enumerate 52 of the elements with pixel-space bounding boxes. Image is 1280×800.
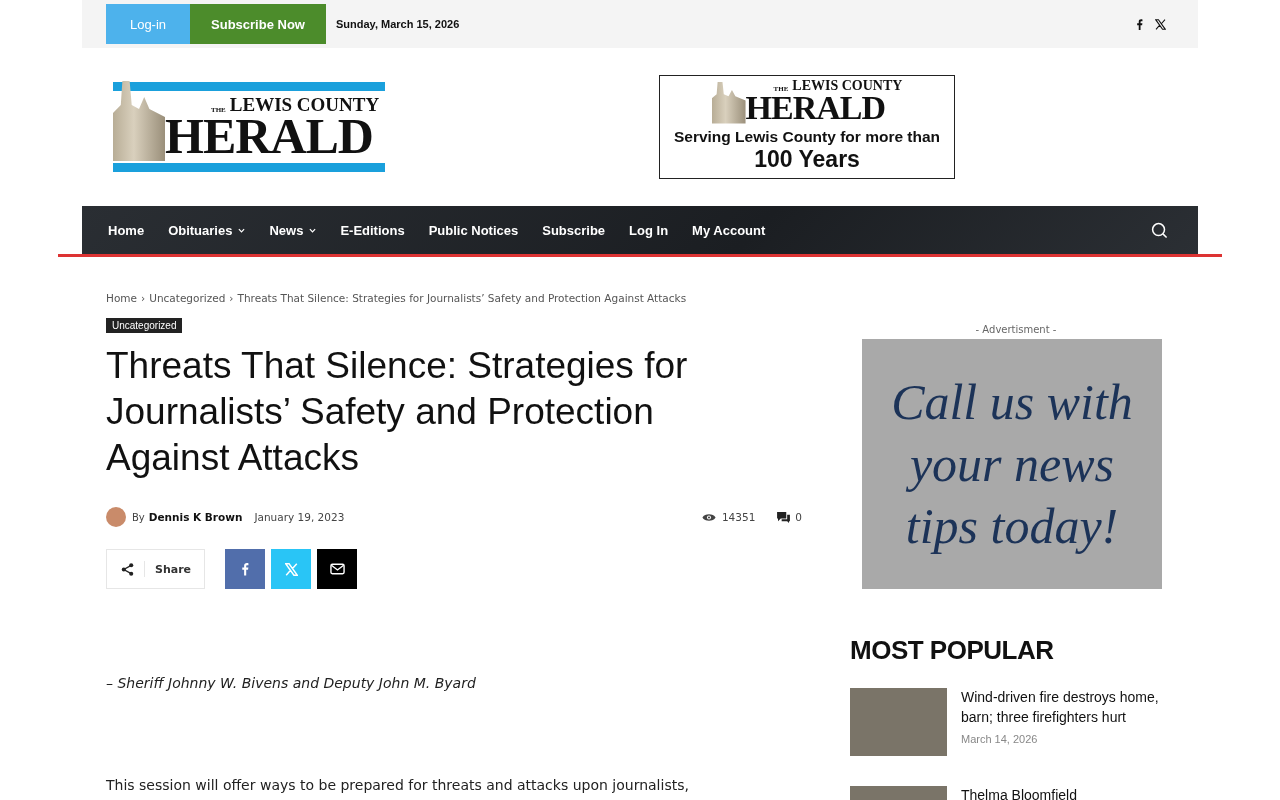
nav-link[interactable]: My Account [680, 222, 778, 238]
logo-name-text: LEWIS COUNTY [792, 79, 903, 93]
share-label: Share [155, 562, 192, 576]
logo-name-text: LEWIS COUNTY [229, 95, 380, 114]
sidebar-advertisement[interactable]: Call us with your news tips today! [862, 339, 1162, 589]
section-heading: MOST POPULAR [850, 635, 1055, 666]
advertisement-label: - Advertisment - [974, 324, 1058, 335]
ad-text: Serving Lewis County for more than [673, 127, 941, 146]
article-link[interactable]: Wind-driven fire destroys home, barn; three firefighters hurt [961, 687, 1162, 727]
ad-heading: 100 Years [754, 145, 860, 173]
article-title: Threats That Silence: Strategies for Journalists’ Safety and Protection Against Attacks [106, 344, 689, 480]
subscribe-button[interactable]: Subscribe Now [190, 4, 326, 44]
article-date: January 19, 2023 [254, 511, 345, 523]
logo-big-text: HERALD [745, 93, 885, 124]
comments-icon[interactable] [777, 511, 791, 523]
nav-link[interactable]: Log In [617, 222, 681, 238]
ad-text: Call us with your news tips today! [890, 373, 1134, 556]
nav-link[interactable]: Subscribe [530, 222, 618, 238]
article-link[interactable]: Thelma Bloomfield [961, 785, 1077, 800]
facebook-share-button[interactable] [225, 549, 265, 589]
article-date: March 14, 2026 [961, 733, 1039, 745]
facebook-icon [241, 562, 249, 576]
envelope-icon [329, 563, 345, 575]
quote-attribution: – Sheriff Johnny W. Bivens and Deputy John M. Byard [106, 675, 477, 691]
breadcrumb-link[interactable]: Uncategorized [149, 292, 226, 304]
article-paragraph: This session will offer ways to be prepared for threats and attacks upon journalists, [106, 777, 690, 793]
author-avatar [106, 507, 126, 527]
logo-big-text: HERALD [165, 114, 373, 159]
author-link[interactable]: Dennis K Brown [148, 511, 243, 523]
breadcrumb-separator: › [141, 292, 146, 304]
byline-label: By [132, 511, 145, 523]
x-logo-icon [284, 562, 298, 576]
statue-tower-icon [711, 81, 746, 124]
date-text: Sunday, March 15, 2026 [336, 18, 460, 30]
eye-icon [701, 512, 716, 522]
search-icon[interactable] [1151, 221, 1168, 239]
category-tag[interactable]: Uncategorized [106, 318, 183, 333]
nav-link[interactable]: Public Notices [416, 222, 531, 238]
facebook-icon[interactable] [1136, 18, 1143, 30]
share-icon [121, 562, 134, 576]
breadcrumb-link[interactable]: Home [106, 292, 137, 304]
statue-tower-icon [113, 81, 165, 161]
email-share-button[interactable] [317, 549, 357, 589]
nav-link[interactable]: Home [96, 222, 157, 238]
nav-link[interactable]: E-Editions [328, 222, 417, 238]
nav-link[interactable]: News [257, 222, 329, 238]
breadcrumb-separator: › [229, 292, 234, 304]
breadcrumb-current-page: Threats That Silence: Strategies for Journalists’ Safety and Protection Against Attacks [237, 292, 687, 304]
nav-link[interactable]: Obituaries [156, 222, 258, 238]
comment-count[interactable]: 0 [795, 511, 802, 523]
view-count: 14351 [721, 511, 756, 523]
x-logo-icon[interactable] [1155, 18, 1166, 30]
